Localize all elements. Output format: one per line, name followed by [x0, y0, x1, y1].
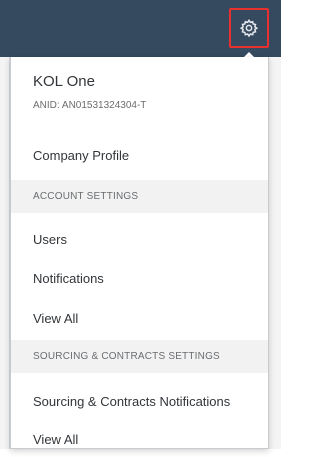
settings-button[interactable] — [229, 8, 269, 48]
gear-icon — [239, 18, 259, 38]
menu-item-company-profile[interactable]: Company Profile — [11, 137, 268, 173]
menu-item-users[interactable]: Users — [11, 221, 268, 257]
menu-item-view-all-account[interactable]: View All — [11, 300, 268, 336]
organization-name: KOL One — [33, 73, 95, 90]
section-header-account-settings: ACCOUNT SETTINGS — [11, 180, 268, 213]
background-page-left — [0, 57, 10, 449]
section-header-sourcing-contracts: SOURCING & CONTRACTS SETTINGS — [11, 340, 268, 373]
menu-item-view-all-sourcing[interactable]: View All — [11, 421, 268, 457]
organization-info: KOL One ANID: AN01531324304-T — [11, 57, 268, 133]
top-header-bar — [0, 0, 281, 57]
organization-anid: ANID: AN01531324304-T — [33, 100, 147, 111]
background-page-right — [269, 57, 281, 449]
settings-dropdown-menu: KOL One ANID: AN01531324304-T Company Pr… — [10, 57, 269, 449]
menu-item-notifications[interactable]: Notifications — [11, 260, 268, 296]
menu-item-sourcing-contracts-notifications[interactable]: Sourcing & Contracts Notifications — [11, 383, 268, 419]
